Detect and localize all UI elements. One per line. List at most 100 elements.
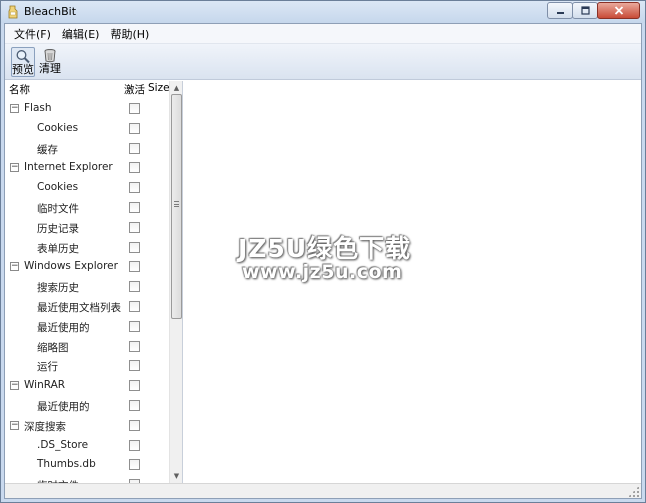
menu-help[interactable]: 帮助(H) [105, 24, 154, 44]
tree-row-label: 临时文件 [37, 203, 79, 215]
app-window: BleachBit 文件(F) 编辑(E) 帮助(H) 预览 清理 名称 激活 … [0, 0, 646, 503]
clean-button[interactable]: 清理 [38, 47, 62, 77]
active-checkbox[interactable] [129, 261, 140, 273]
column-size-header[interactable]: Size [148, 82, 170, 94]
active-checkbox[interactable] [129, 439, 140, 451]
active-checkbox[interactable] [129, 202, 140, 213]
collapse-toggle-icon[interactable]: − [10, 420, 19, 430]
collapse-toggle-icon[interactable]: − [10, 163, 19, 173]
scroll-down-arrow-icon[interactable]: ▼ [171, 470, 182, 482]
tree-option-row[interactable]: 表单历史 [5, 238, 169, 257]
tree-row-label: 表单历史 [37, 242, 79, 255]
tree-option-row[interactable]: 历史记录 [5, 218, 169, 237]
magnifier-icon [16, 50, 30, 64]
tree-row-label: 最近使用文档列表 [37, 302, 121, 314]
tree-row-label: 缓存 [37, 143, 58, 156]
preview-label: 预览 [12, 63, 34, 76]
tree-row-label: WinRAR [24, 379, 66, 392]
preview-output-pane[interactable]: JZ5U绿色下载 www.jz5u.com [186, 81, 641, 483]
active-checkbox[interactable] [129, 400, 140, 411]
active-checkbox[interactable] [129, 459, 140, 471]
cleaner-tree-panel: 名称 激活 Size − Flash Cookies 缓存 − Internet Expl… [5, 81, 183, 492]
tree-option-row[interactable]: 最近使用文档列表 [5, 297, 169, 316]
tree-group-row[interactable]: − Internet Explorer [5, 158, 169, 177]
tree-row-label: Cookies [37, 181, 79, 194]
collapse-toggle-icon[interactable]: − [10, 262, 19, 272]
tree-option-row[interactable]: Cookies [5, 178, 169, 197]
menu-edit[interactable]: 编辑(E) [57, 24, 105, 44]
active-checkbox[interactable] [129, 122, 140, 134]
collapse-toggle-icon[interactable]: − [10, 381, 19, 391]
tree-group-row[interactable]: − 深度搜索 [5, 416, 169, 435]
active-checkbox[interactable] [129, 301, 140, 312]
preview-button[interactable]: 预览 [11, 47, 35, 77]
active-checkbox[interactable] [129, 103, 140, 114]
tree-row-label: Windows Explorer [24, 260, 118, 273]
active-checkbox[interactable] [129, 221, 140, 233]
tree-option-row[interactable]: Cookies [5, 119, 169, 138]
tree-option-row[interactable]: Thumbs.db [5, 455, 169, 474]
title-bar[interactable]: BleachBit [1, 1, 645, 23]
tree-row-label: Flash [24, 102, 52, 114]
tree-row-label: Cookies [37, 121, 79, 134]
tree-header: 名称 激活 Size [5, 81, 170, 97]
bleachbit-app-icon [8, 5, 18, 19]
tree-row-label: 最近使用的 [37, 401, 90, 413]
maximize-icon [580, 6, 590, 15]
tree-row-label: Internet Explorer [24, 161, 113, 174]
scroll-up-arrow-icon[interactable]: ▲ [171, 82, 182, 94]
active-checkbox[interactable] [129, 281, 140, 293]
menu-bar: 文件(F) 编辑(E) 帮助(H) [5, 24, 641, 44]
active-checkbox[interactable] [129, 320, 140, 332]
active-checkbox[interactable] [129, 162, 140, 174]
tree-group-row[interactable]: − Windows Explorer [5, 257, 169, 276]
scroll-thumb[interactable] [171, 94, 182, 319]
active-checkbox[interactable] [129, 380, 140, 392]
watermark-title: JZ5U绿色下载 [238, 234, 412, 263]
tree-row-label: .DS_Store [37, 438, 89, 451]
watermark-url: www.jz5u.com [242, 261, 403, 283]
active-checkbox[interactable] [129, 241, 140, 253]
tree-option-row[interactable]: 运行 [5, 356, 169, 375]
tree-option-row[interactable]: 搜索历史 [5, 277, 169, 296]
minimize-icon [556, 12, 564, 14]
close-button[interactable] [597, 2, 640, 19]
active-checkbox[interactable] [129, 360, 140, 372]
minimize-button[interactable] [547, 2, 573, 19]
client-area: 文件(F) 编辑(E) 帮助(H) 预览 清理 名称 激活 Size − Fla… [4, 23, 642, 499]
tree-row-label: Thumbs.db [37, 458, 96, 471]
status-bar [5, 483, 641, 498]
window-title: BleachBit [24, 5, 77, 18]
tree-option-row[interactable]: 临时文件 [5, 198, 169, 217]
toolbar: 预览 清理 [5, 44, 641, 80]
active-checkbox[interactable] [129, 340, 140, 352]
clean-label: 清理 [39, 62, 61, 75]
grip-icon [174, 201, 179, 207]
tree-row-label: 最近使用的 [37, 321, 90, 334]
resize-grip-icon[interactable] [628, 486, 639, 497]
window-controls [547, 2, 640, 19]
maximize-button[interactable] [572, 2, 598, 19]
tree-row-label: 历史记录 [37, 222, 79, 235]
tree-option-row[interactable]: 最近使用的 [5, 396, 169, 415]
tree-row-label: 深度搜索 [24, 420, 66, 433]
menu-file[interactable]: 文件(F) [9, 24, 56, 44]
tree-row-label: 运行 [37, 361, 58, 374]
column-name-header[interactable]: 名称 [9, 82, 30, 97]
tree-option-row[interactable]: 缩略图 [5, 337, 169, 356]
tree-group-row[interactable]: − WinRAR [5, 376, 169, 395]
active-checkbox[interactable] [129, 182, 140, 194]
active-checkbox[interactable] [129, 142, 140, 154]
active-checkbox[interactable] [129, 419, 140, 431]
column-active-header[interactable]: 激活 [124, 82, 145, 97]
tree-option-row[interactable]: 缓存 [5, 139, 169, 158]
tree-vertical-scrollbar[interactable]: ▲ ▼ [169, 81, 182, 483]
collapse-toggle-icon[interactable]: − [10, 104, 19, 113]
tree-row-label: 缩略图 [37, 341, 69, 354]
tree-option-row[interactable]: .DS_Store [5, 436, 169, 455]
tree-row-label: 搜索历史 [37, 282, 79, 295]
trash-can-icon [44, 48, 56, 63]
tree-option-row[interactable]: 最近使用的 [5, 317, 169, 336]
tree-group-row[interactable]: − Flash [5, 99, 169, 118]
close-icon [614, 6, 623, 15]
